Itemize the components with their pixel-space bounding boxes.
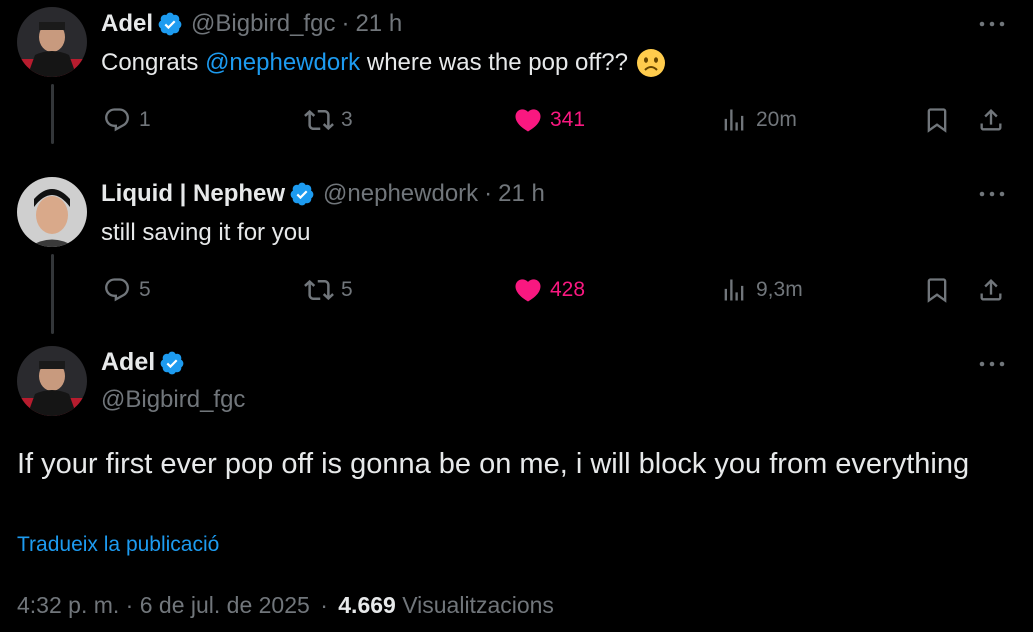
- bookmark-icon: [921, 274, 953, 306]
- like-count: 428: [550, 278, 586, 301]
- analytics-bars-icon: [718, 274, 750, 306]
- timestamp[interactable]: 21 h: [498, 180, 545, 208]
- reply-bubble-icon: [101, 274, 133, 306]
- heart-filled-icon: [512, 104, 544, 136]
- thread-connector-line: [51, 84, 54, 144]
- verified-badge-icon: [159, 350, 185, 376]
- share-button[interactable]: [975, 100, 1007, 140]
- main-post-text: If your first ever pop off is gonna be o…: [17, 448, 970, 480]
- more-options-icon[interactable]: [977, 184, 1007, 204]
- display-name[interactable]: Adel: [101, 10, 153, 38]
- avatar[interactable]: [17, 346, 87, 416]
- reply-button[interactable]: 1: [101, 100, 151, 140]
- heart-filled-icon: [512, 274, 544, 306]
- views-count: 4.669: [338, 592, 396, 618]
- like-count: 341: [550, 108, 586, 131]
- share-upload-icon: [975, 104, 1007, 136]
- post-meta: 4:32 p. m. · 6 de jul. de 2025 · 4.669 V…: [17, 592, 554, 619]
- avatar[interactable]: [17, 177, 87, 247]
- verified-badge-icon: [157, 11, 183, 37]
- reply-header: Liquid | Nephew @nephewdork · 21 h: [101, 180, 545, 208]
- translate-post-link[interactable]: Tradueix la publicació: [17, 533, 219, 557]
- avatar[interactable]: [17, 7, 87, 77]
- bookmark-button[interactable]: [921, 100, 953, 140]
- repost-icon: [303, 274, 335, 306]
- separator-dot: ·: [320, 592, 328, 618]
- view-count: 20m: [756, 108, 797, 131]
- views-button[interactable]: 20m: [718, 100, 797, 140]
- views-label: Visualitzacions: [402, 592, 554, 618]
- view-count: 9,3m: [756, 278, 803, 301]
- reply-text-part: Congrats: [101, 49, 206, 76]
- post-timestamp[interactable]: 4:32 p. m. · 6 de jul. de 2025: [17, 592, 310, 618]
- share-button[interactable]: [975, 270, 1007, 310]
- reply-text: Congrats @nephewdork where was the pop o…: [101, 48, 666, 78]
- reply-count: 1: [139, 108, 151, 131]
- reply-text-part: where was the pop off??: [360, 49, 628, 76]
- repost-button[interactable]: 5: [303, 270, 353, 310]
- more-options-icon[interactable]: [977, 354, 1007, 374]
- separator-dot: ·: [484, 180, 493, 207]
- main-post-header: Adel: [101, 348, 185, 377]
- like-button[interactable]: 428: [512, 270, 585, 310]
- handle[interactable]: @nephewdork: [323, 180, 478, 208]
- share-upload-icon: [975, 274, 1007, 306]
- analytics-bars-icon: [718, 104, 750, 136]
- reply-count: 5: [139, 278, 151, 301]
- action-bar: 5 5 428 9,3m: [101, 270, 1011, 310]
- mention-link[interactable]: @nephewdork: [205, 49, 360, 77]
- timestamp[interactable]: 21 h: [355, 10, 402, 38]
- frowning-face-emoji-icon: [636, 48, 666, 78]
- views-button[interactable]: 9,3m: [718, 270, 803, 310]
- like-button[interactable]: 341: [512, 100, 585, 140]
- separator-dot: ·: [341, 10, 350, 37]
- verified-badge-icon: [289, 181, 315, 207]
- repost-button[interactable]: 3: [303, 100, 353, 140]
- reply-bubble-icon: [101, 104, 133, 136]
- display-name[interactable]: Liquid | Nephew: [101, 180, 285, 208]
- handle[interactable]: @Bigbird_fgc: [101, 386, 245, 414]
- thread-connector-line: [51, 254, 54, 334]
- more-options-icon[interactable]: [977, 14, 1007, 34]
- repost-icon: [303, 104, 335, 136]
- bookmark-icon: [921, 104, 953, 136]
- display-name[interactable]: Adel: [101, 348, 155, 377]
- reply-text: still saving it for you: [101, 219, 311, 246]
- handle[interactable]: @Bigbird_fgc: [191, 10, 335, 38]
- reply-button[interactable]: 5: [101, 270, 151, 310]
- action-bar: 1 3 341 20m: [101, 100, 1011, 140]
- bookmark-button[interactable]: [921, 270, 953, 310]
- repost-count: 3: [341, 108, 353, 131]
- reply-header: Adel @Bigbird_fgc · 21 h: [101, 10, 402, 38]
- repost-count: 5: [341, 278, 353, 301]
